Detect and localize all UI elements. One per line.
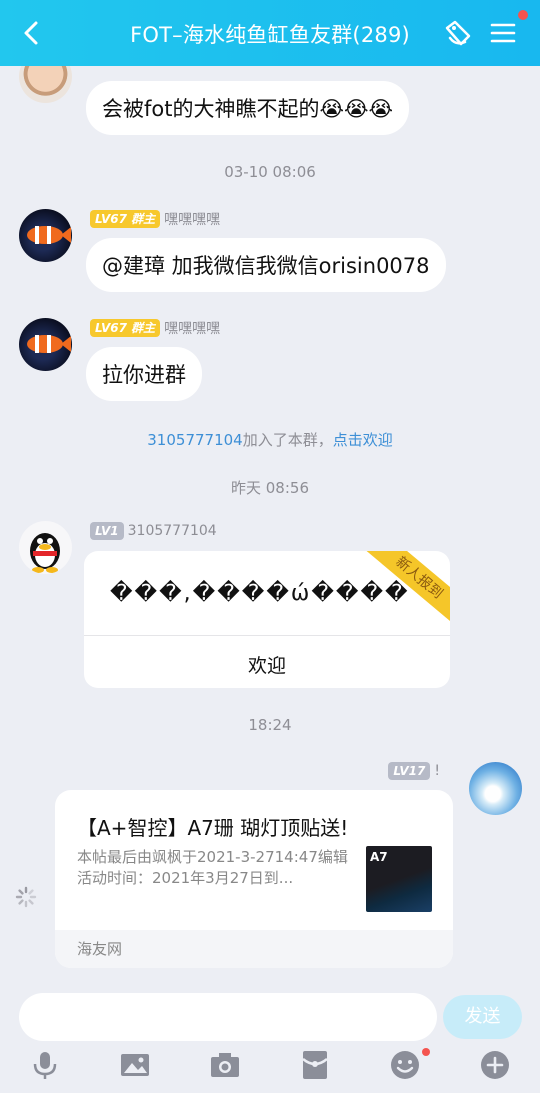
- avatar[interactable]: [19, 521, 72, 574]
- send-button[interactable]: 发送: [443, 995, 522, 1039]
- group-tag-icon[interactable]: [441, 16, 475, 50]
- system-notice: 3105777104加入了本群，点击欢迎: [0, 429, 540, 450]
- plus-icon[interactable]: [479, 1049, 511, 1081]
- welcome-button[interactable]: 欢迎: [84, 651, 450, 678]
- new-member-card: 新人报到 ���,����ώ���� 欢迎: [84, 551, 450, 688]
- welcome-link[interactable]: 点击欢迎: [333, 431, 393, 449]
- clownfish-icon: [27, 335, 71, 353]
- avatar[interactable]: [19, 209, 72, 262]
- sender-name[interactable]: !: [434, 763, 440, 779]
- avatar[interactable]: [19, 318, 72, 371]
- message-bubble[interactable]: @建璋 加我微信我微信orisin0078: [86, 238, 446, 292]
- image-icon[interactable]: [119, 1049, 151, 1081]
- message-bubble[interactable]: 会被fot的大神瞧不起的😭😭😭: [86, 81, 410, 135]
- sending-spinner-icon: [15, 886, 37, 908]
- share-link-card[interactable]: 【A+智控】A7珊 瑚灯顶贴送! 本帖最后由飒枫于2021-3-2714:47编…: [55, 790, 453, 968]
- message-input[interactable]: [19, 993, 437, 1041]
- share-title: 【A+智控】A7珊 瑚灯顶贴送!: [77, 816, 349, 840]
- menu-icon[interactable]: [486, 16, 520, 50]
- sender-name[interactable]: 3105777104: [128, 523, 217, 539]
- timestamp: 18:24: [248, 716, 292, 734]
- joined-user-link[interactable]: 3105777104: [147, 431, 242, 449]
- message-bubble[interactable]: 拉你进群: [86, 347, 202, 401]
- microphone-icon[interactable]: [29, 1049, 61, 1081]
- level-badge: LV67 群主: [90, 319, 161, 337]
- timestamp: 昨天 08:56: [231, 479, 309, 497]
- divider: [84, 635, 450, 636]
- thumbnail-label: A7: [370, 850, 388, 864]
- level-badge: LV67 群主: [90, 210, 161, 228]
- share-thumbnail: A7: [366, 846, 432, 912]
- sender-meta: LV17 !: [388, 762, 440, 780]
- card-text: ���,����ώ����: [110, 581, 410, 606]
- sender-name[interactable]: 嘿嘿嘿嘿: [164, 318, 220, 338]
- emoji-icon[interactable]: [389, 1049, 421, 1081]
- share-source: 海友网: [55, 930, 453, 968]
- system-notice-text: 加入了本群，: [242, 431, 333, 449]
- level-badge: LV1: [90, 522, 124, 540]
- sender-meta: LV67 群主 嘿嘿嘿嘿: [90, 318, 220, 338]
- emoji-notification-dot: [422, 1048, 430, 1056]
- sender-meta: LV1 3105777104: [90, 522, 217, 540]
- chat-header: FOT–海水纯鱼缸鱼友群(289): [0, 0, 540, 66]
- sender-meta: LV67 群主 嘿嘿嘿嘿: [90, 209, 220, 229]
- menu-notification-dot: [518, 10, 528, 20]
- input-bar: 发送: [0, 985, 540, 1093]
- red-packet-icon[interactable]: [299, 1049, 331, 1081]
- timestamp: 03-10 08:06: [224, 163, 316, 181]
- avatar[interactable]: [469, 762, 522, 815]
- penguin-icon: [30, 533, 60, 573]
- sender-name[interactable]: 嘿嘿嘿嘿: [164, 209, 220, 229]
- share-description: 本帖最后由飒枫于2021-3-2714:47编辑 活动时间：2021年3月27日…: [77, 848, 348, 887]
- camera-icon[interactable]: [209, 1049, 241, 1081]
- level-badge: LV17: [388, 762, 431, 780]
- clownfish-icon: [27, 226, 71, 244]
